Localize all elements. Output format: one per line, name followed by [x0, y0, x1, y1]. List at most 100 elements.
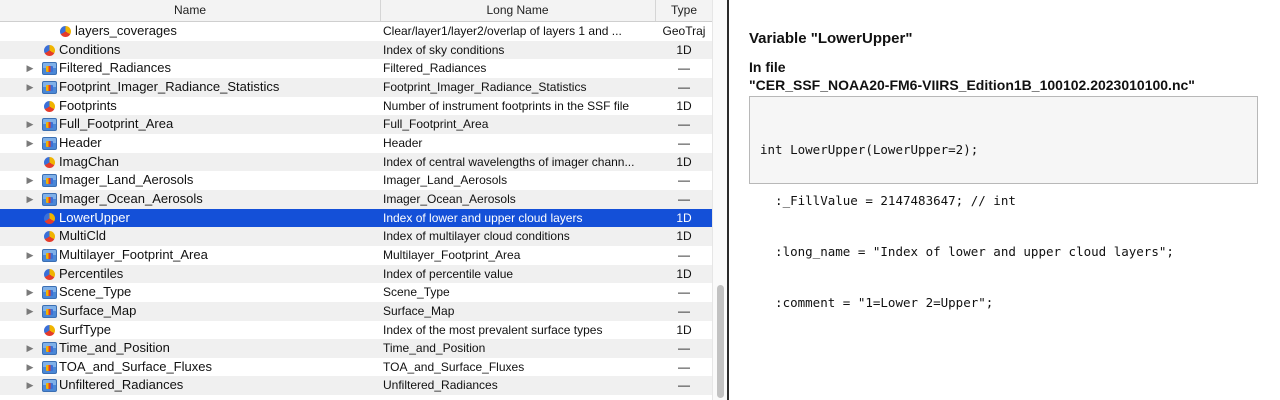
dataset-tree-panel: Name Long Name Type layers_coverages Clea… [0, 0, 727, 400]
table-row[interactable]: ▶ TOA_and_Surface_Fluxes TOA_and_Surface_F… [0, 358, 712, 377]
table-row[interactable]: ▶ Unfiltered_Radiances Unfiltered_Radiance… [0, 376, 712, 396]
row-type: 1D [676, 229, 692, 244]
group-folder-icon [42, 80, 57, 94]
column-header-name[interactable]: Name [0, 0, 381, 21]
row-type: — [678, 303, 690, 318]
expand-arrow-icon[interactable]: ▶ [25, 190, 35, 209]
row-name: Footprint_Imager_Radiance_Statistics [59, 78, 280, 94]
code-line: int LowerUpper(LowerUpper=2); [760, 142, 979, 157]
group-folder-icon [42, 174, 57, 188]
row-type: — [678, 135, 690, 150]
group-folder-icon [42, 286, 57, 300]
row-long-name: Surface_Map [383, 303, 455, 318]
row-name: Scene_Type [59, 284, 132, 300]
expand-arrow-icon[interactable]: ▶ [25, 283, 35, 302]
row-long-name: Filtered_Radiances [383, 61, 487, 76]
table-row[interactable]: Footprints Number of instrument footprint… [0, 97, 712, 116]
table-row[interactable]: ▶ Full_Footprint_Area Full_Footprint_Area — [0, 115, 712, 134]
row-type: — [678, 79, 690, 94]
table-row[interactable]: Percentiles Index of percentile value 1D [0, 264, 712, 284]
expand-arrow-icon[interactable]: ▶ [25, 246, 35, 265]
expand-arrow-icon[interactable]: ▶ [25, 376, 35, 395]
row-long-name: Index of the most prevalent surface type… [383, 322, 603, 337]
table-row[interactable]: SurfType Index of the most prevalent surf… [0, 321, 712, 340]
row-type: — [678, 173, 690, 188]
row-name: Multilayer_Footprint_Area [59, 246, 208, 262]
expand-arrow-icon[interactable]: ▶ [25, 78, 35, 97]
expand-arrow-icon[interactable]: ▶ [25, 59, 35, 78]
row-name: layers_coverages [75, 23, 177, 38]
row-long-name: Number of instrument footprints in the S… [383, 98, 630, 113]
variable-icon [60, 26, 71, 37]
row-type: 1D [676, 42, 692, 57]
scrollbar-thumb[interactable] [717, 285, 724, 398]
row-name: Header [59, 134, 102, 150]
row-long-name: Unfiltered_Radiances [383, 378, 498, 393]
row-long-name: Index of central wavelengths of imager c… [383, 154, 635, 169]
group-folder-icon [42, 379, 57, 393]
variable-detail-panel: Variable "LowerUpper" In file "CER_SSF_N… [729, 0, 1280, 400]
table-row[interactable]: Conditions Index of sky conditions 1D [0, 40, 712, 60]
expand-arrow-icon[interactable]: ▶ [25, 358, 35, 377]
table-row[interactable]: ▶ Time_and_Position Time_and_Position — [0, 339, 712, 358]
row-name: Full_Footprint_Area [59, 116, 174, 132]
group-folder-icon [42, 248, 57, 262]
table-row[interactable]: LowerUpper Index of lower and upper cloud… [0, 208, 712, 228]
column-header-long-name[interactable]: Long Name [380, 0, 656, 21]
expand-arrow-icon[interactable]: ▶ [25, 171, 35, 190]
variable-icon [44, 156, 55, 168]
row-long-name: Header [383, 135, 423, 150]
table-row[interactable]: ▶ Imager_Land_Aerosols Imager_Land_Aerosol… [0, 171, 712, 190]
group-folder-icon [42, 192, 57, 206]
table-row[interactable]: ImagChan Index of central wavelengths of … [0, 152, 712, 172]
group-folder-icon [42, 304, 57, 318]
row-long-name: Footprint_Imager_Radiance_Statistics [383, 79, 587, 94]
table-row[interactable]: MultiCld Index of multilayer cloud condit… [0, 227, 712, 246]
row-type: GeoTraj [662, 24, 706, 38]
table-row[interactable]: ▶ Imager_Ocean_Aerosols Imager_Ocean_Aeros… [0, 189, 712, 209]
row-name: ImagChan [59, 153, 119, 169]
group-folder-icon [42, 342, 57, 356]
file-info: In file "CER_SSF_NOAA20-FM6-VIIRS_Editio… [749, 58, 1195, 94]
variable-icon [44, 268, 55, 280]
row-long-name: Clear/layer1/layer2/overlap of layers 1 … [383, 24, 622, 38]
table-row[interactable]: ▶ Header Header — [0, 134, 712, 153]
row-type: 1D [676, 266, 692, 281]
row-type: — [678, 61, 690, 76]
expand-arrow-icon[interactable]: ▶ [25, 302, 35, 321]
in-file-label: In file [749, 59, 786, 75]
row-name: Footprints [59, 97, 117, 113]
column-header-type[interactable]: Type [656, 0, 712, 21]
row-long-name: Full_Footprint_Area [383, 117, 489, 132]
variable-icon [44, 324, 55, 336]
row-type: 1D [676, 210, 692, 225]
row-name: Surface_Map [59, 302, 137, 318]
row-name: MultiCld [59, 228, 106, 244]
row-long-name: Imager_Land_Aerosols [383, 173, 508, 188]
variable-icon [44, 212, 55, 224]
row-long-name: Index of sky conditions [383, 42, 505, 57]
row-long-name: Index of multilayer cloud conditions [383, 229, 570, 244]
row-name: Unfiltered_Radiances [59, 377, 184, 393]
vertical-scrollbar[interactable] [712, 0, 727, 400]
table-row[interactable]: ▶ Surface_Map Surface_Map — [0, 301, 712, 321]
table-row[interactable]: ▶ Footprint_Imager_Radiance_Statistics Foo… [0, 77, 712, 97]
variable-title: Variable "LowerUpper" [749, 30, 913, 47]
row-long-name: Time_and_Position [383, 341, 486, 356]
table-row[interactable]: ▶ Multilayer_Footprint_Area Multilayer_Foo… [0, 246, 712, 265]
expand-arrow-icon[interactable]: ▶ [25, 339, 35, 358]
table-row[interactable]: ▶ Filtered_Radiances Filtered_Radiances — [0, 59, 712, 78]
row-type: — [678, 359, 690, 374]
group-folder-icon [42, 360, 57, 374]
expand-arrow-icon[interactable]: ▶ [25, 115, 35, 134]
row-type: — [678, 285, 690, 300]
expand-arrow-icon[interactable]: ▶ [25, 134, 35, 153]
variable-icon [44, 231, 55, 243]
table-row[interactable]: layers_coverages Clear/layer1/layer2/over… [0, 22, 712, 41]
row-long-name: Index of percentile value [383, 266, 514, 281]
row-name: Filtered_Radiances [59, 60, 172, 76]
code-line: :_FillValue = 2147483647; // int [760, 193, 1016, 208]
row-type: — [678, 191, 690, 206]
table-row[interactable]: ▶ Scene_Type Scene_Type — [0, 283, 712, 302]
row-name: Conditions [59, 41, 121, 57]
